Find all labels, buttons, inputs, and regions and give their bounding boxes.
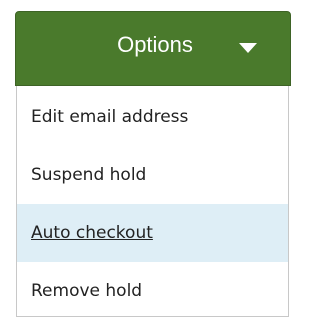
menu-item-label: Remove hold [31, 281, 143, 301]
options-button[interactable]: Options [15, 11, 291, 86]
menu-item-suspend-hold[interactable]: Suspend hold [17, 146, 288, 204]
menu-item-label: Edit email address [31, 107, 189, 127]
options-menu: Edit email address Suspend hold Auto che… [16, 86, 289, 317]
menu-item-label: Suspend hold [31, 165, 147, 185]
caret-down-icon [239, 43, 257, 53]
menu-item-label: Auto checkout [31, 223, 153, 243]
menu-item-auto-checkout[interactable]: Auto checkout [17, 204, 288, 262]
menu-item-remove-hold[interactable]: Remove hold [17, 262, 288, 320]
menu-item-edit-email-address[interactable]: Edit email address [17, 88, 288, 146]
options-button-label: Options [117, 32, 193, 57]
options-dropdown: Options Edit email address Suspend hold … [15, 11, 291, 317]
